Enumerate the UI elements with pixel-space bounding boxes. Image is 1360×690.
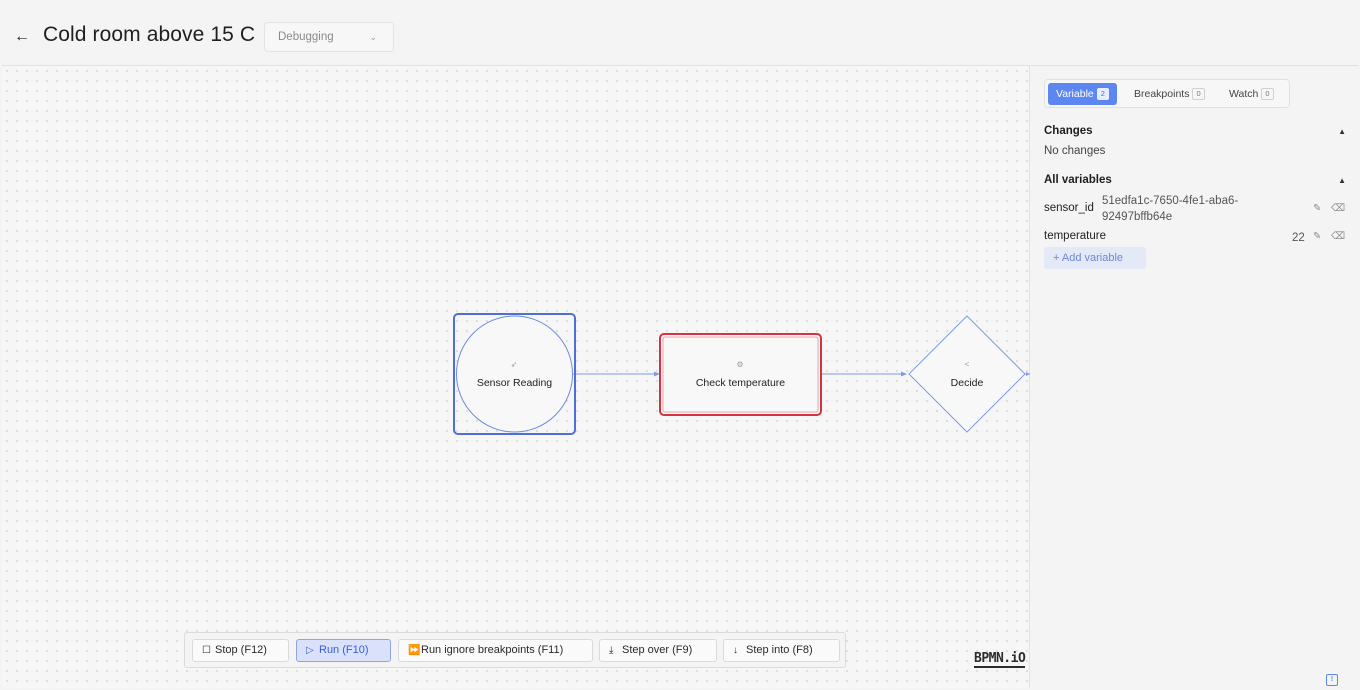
tab-watch-label: Watch bbox=[1229, 88, 1259, 100]
changes-section-title: Changes bbox=[1044, 125, 1093, 137]
tab-variable[interactable]: Variable 2 bbox=[1048, 83, 1117, 105]
page-title: Cold room above 15 C bbox=[43, 23, 256, 46]
gateway-icon: < bbox=[964, 360, 970, 369]
chevron-down-icon: ⌄ bbox=[369, 32, 377, 42]
variable-value-line: 51edfa1c-7650-4fe1-aba6- bbox=[1102, 195, 1239, 207]
sequence-flow-task-to-gateway[interactable] bbox=[820, 371, 907, 377]
step-over-icon: ⤓ bbox=[609, 645, 614, 656]
collapse-triangle-icon[interactable]: ▲ bbox=[1338, 127, 1346, 136]
service-task-icon: ⚙ bbox=[736, 360, 744, 369]
tab-breakpoints-label: Breakpoints bbox=[1134, 88, 1190, 100]
start-event-label: Sensor Reading bbox=[476, 377, 553, 389]
gateway-label: Decide bbox=[950, 377, 984, 389]
step-over-button[interactable]: ⤓ Step over (F9) bbox=[599, 639, 717, 662]
no-changes-text: No changes bbox=[1044, 145, 1106, 157]
stop-button[interactable]: ☐ Stop (F12) bbox=[192, 639, 289, 662]
diagram-canvas[interactable]: ➶ Sensor Reading ⚙ Check temperature < D… bbox=[2, 66, 1030, 688]
gateway-node[interactable] bbox=[908, 315, 1026, 433]
stop-label: Stop (F12) bbox=[215, 644, 267, 656]
delete-icon[interactable]: ⌫ bbox=[1331, 231, 1345, 242]
sequence-flow-gateway-out[interactable] bbox=[1025, 372, 1030, 376]
tab-watch[interactable]: Watch 0 bbox=[1221, 83, 1282, 105]
debug-toolbar: ☐ Stop (F12) ▷ Run (F10) ⏩ Run ignore br… bbox=[184, 632, 846, 668]
step-into-label: Step into (F8) bbox=[746, 644, 813, 656]
mode-select[interactable]: Debugging ⌄ bbox=[264, 22, 394, 52]
add-variable-button[interactable]: + Add variable bbox=[1044, 247, 1146, 269]
play-icon: ▷ bbox=[306, 645, 314, 656]
run-button[interactable]: ▷ Run (F10) bbox=[296, 639, 391, 662]
script-event-icon: ➶ bbox=[510, 360, 518, 369]
variable-value-line: 92497bffb64e bbox=[1102, 211, 1173, 223]
delete-icon[interactable]: ⌫ bbox=[1331, 203, 1345, 214]
edit-pencil-icon[interactable]: ✎ bbox=[1313, 203, 1321, 214]
variable-name: sensor_id bbox=[1044, 202, 1094, 214]
back-arrow-icon[interactable]: ← bbox=[12, 27, 32, 47]
tab-variable-label: Variable bbox=[1056, 88, 1094, 100]
step-into-button[interactable]: ↓ Step into (F8) bbox=[723, 639, 840, 662]
bpmn-io-logo[interactable]: BPMN.iO bbox=[974, 652, 1026, 668]
run-label: Run (F10) bbox=[319, 644, 369, 656]
add-variable-label: Add variable bbox=[1061, 252, 1124, 264]
plus-icon: + bbox=[1053, 252, 1060, 264]
fast-forward-icon: ⏩ bbox=[408, 645, 421, 656]
start-event-node[interactable] bbox=[453, 313, 576, 435]
collapse-triangle-icon[interactable]: ▲ bbox=[1338, 176, 1346, 185]
debug-panel: Variable 2 Breakpoints 0 Watch 0 Changes ▲ … bbox=[1031, 66, 1358, 688]
tab-watch-count: 0 bbox=[1261, 88, 1274, 100]
app-window: ← Cold room above 15 C Debugging ⌄ ➶ Sen… bbox=[2, 3, 1358, 688]
variable-value: 22 bbox=[1292, 232, 1305, 244]
edit-pencil-icon[interactable]: ✎ bbox=[1313, 231, 1321, 242]
sequence-flow-start-to-task[interactable] bbox=[573, 371, 660, 377]
variable-value: 51edfa1c-7650-4fe1-aba6- 92497bffb64e bbox=[1102, 193, 1238, 225]
all-variables-section-title: All variables bbox=[1044, 174, 1112, 186]
step-over-label: Step over (F9) bbox=[622, 644, 693, 656]
variable-name: temperature bbox=[1044, 230, 1107, 242]
run-ignore-breakpoints-button[interactable]: ⏩ Run ignore breakpoints (F11) bbox=[398, 639, 593, 662]
run-ignore-label: Run ignore breakpoints (F11) bbox=[421, 644, 564, 656]
stop-icon: ☐ bbox=[202, 645, 211, 656]
tab-variable-count: 2 bbox=[1096, 88, 1109, 100]
header: ← Cold room above 15 C Debugging ⌄ bbox=[2, 3, 1358, 66]
panel-tabs: Variable 2 Breakpoints 0 Watch 0 bbox=[1044, 79, 1290, 108]
step-into-icon: ↓ bbox=[733, 645, 738, 656]
tab-breakpoints[interactable]: Breakpoints 0 bbox=[1126, 83, 1213, 105]
tab-breakpoints-count: 0 bbox=[1192, 88, 1205, 100]
task-label: Check temperature bbox=[695, 377, 786, 389]
feedback-icon[interactable]: ! bbox=[1326, 674, 1338, 686]
task-node[interactable] bbox=[659, 333, 822, 416]
mode-select-value: Debugging bbox=[278, 31, 334, 43]
